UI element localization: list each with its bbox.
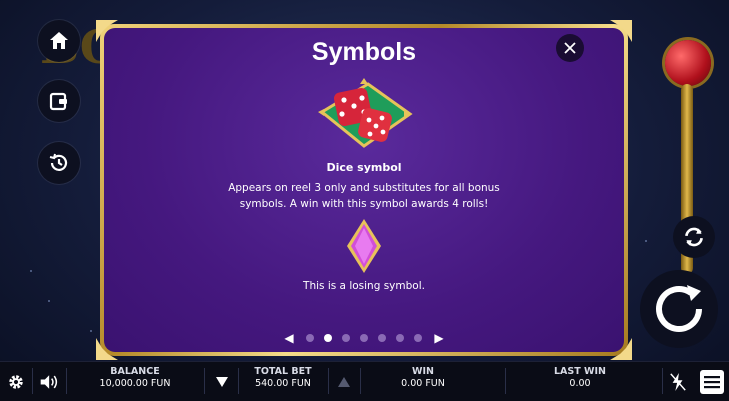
- wallet-icon: [49, 92, 67, 111]
- page-dot[interactable]: [378, 334, 386, 342]
- win-label: WIN: [412, 366, 434, 377]
- menu-button[interactable]: [698, 362, 726, 401]
- settings-button[interactable]: [4, 362, 28, 401]
- wallet-button[interactable]: [38, 80, 80, 122]
- gear-icon: [9, 374, 23, 389]
- last-win-display: LAST WIN 0.00: [540, 366, 620, 389]
- history-button[interactable]: [38, 142, 80, 184]
- total-bet-label: TOTAL BET: [254, 366, 312, 377]
- total-bet-display: TOTAL BET 540.00 FUN: [242, 366, 324, 389]
- losing-symbol-description: This is a losing symbol.: [303, 280, 425, 292]
- home-button[interactable]: [38, 20, 80, 62]
- page-dot[interactable]: [414, 334, 422, 342]
- turbo-button[interactable]: [666, 362, 690, 401]
- speaker-icon: [40, 374, 58, 389]
- balance-label: BALANCE: [110, 366, 160, 377]
- spin-button[interactable]: [640, 270, 718, 348]
- page-dot[interactable]: [396, 334, 404, 342]
- bet-decrease-button[interactable]: [212, 362, 232, 401]
- page-dot[interactable]: [306, 334, 314, 342]
- bet-increase-button[interactable]: [336, 362, 352, 401]
- sound-button[interactable]: [38, 362, 62, 401]
- balance-value: 10,000.00 FUN: [99, 378, 171, 389]
- page-dot-active[interactable]: [324, 334, 332, 342]
- page-dot[interactable]: [360, 334, 368, 342]
- close-icon: [564, 42, 576, 54]
- lightning-off-icon: [670, 372, 686, 391]
- dice-icon: [318, 78, 413, 148]
- spin-icon: [656, 285, 702, 332]
- prev-page-arrow[interactable]: ◀: [282, 332, 296, 344]
- dice-symbol-name: Dice symbol: [326, 161, 402, 174]
- win-display: WIN 0.00 FUN: [383, 366, 463, 389]
- bottom-bar: BALANCE 10,000.00 FUN TOTAL BET 540.00 F…: [0, 361, 729, 401]
- autoplay-icon: [685, 227, 703, 247]
- purple-diamond-icon: [347, 219, 381, 273]
- win-value: 0.00 FUN: [401, 378, 445, 389]
- symbols-modal: Symbols Dice symbol Appears on reel 3 on…: [96, 20, 632, 360]
- balance-display: BALANCE 10,000.00 FUN: [90, 366, 180, 389]
- autoplay-button[interactable]: [673, 216, 715, 258]
- next-page-arrow[interactable]: ▶: [432, 332, 446, 344]
- last-win-value: 0.00: [569, 378, 591, 389]
- last-win-label: LAST WIN: [554, 366, 606, 377]
- total-bet-value: 540.00 FUN: [255, 378, 311, 389]
- triangle-up-icon: [338, 376, 350, 387]
- page-pager: ◀ ▶: [104, 332, 624, 344]
- history-icon: [49, 153, 68, 171]
- dice-symbol-description: Appears on reel 3 only and substitutes f…: [228, 182, 500, 210]
- close-button[interactable]: [556, 34, 584, 62]
- modal-title: Symbols: [311, 38, 417, 66]
- home-icon: [50, 32, 68, 49]
- triangle-down-icon: [216, 376, 228, 387]
- page-dot[interactable]: [342, 334, 350, 342]
- hamburger-menu-icon: [700, 369, 724, 394]
